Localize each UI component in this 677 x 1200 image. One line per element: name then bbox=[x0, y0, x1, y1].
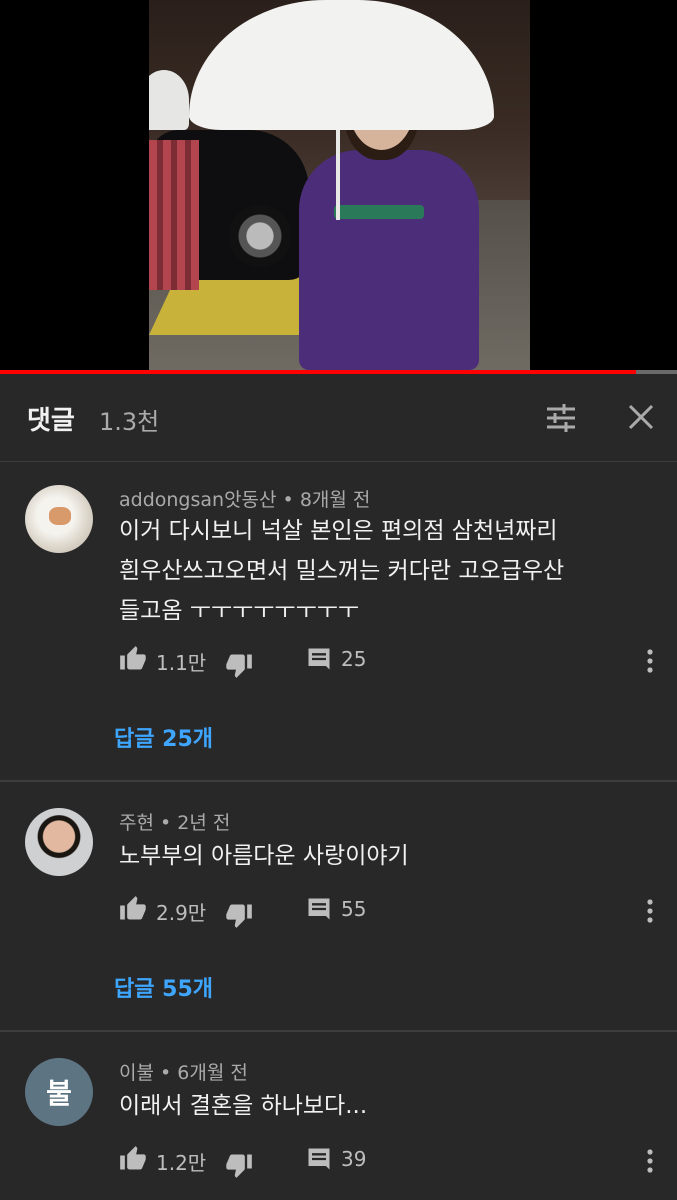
video-player[interactable] bbox=[0, 0, 677, 370]
thumbs-down-icon[interactable] bbox=[225, 1151, 253, 1179]
sort-icon[interactable] bbox=[545, 402, 577, 434]
view-replies-button[interactable]: 답글 55개 bbox=[114, 971, 213, 1003]
like-count: 2.9만 bbox=[156, 901, 207, 925]
comment-actions: 1.1만 25 bbox=[119, 645, 659, 679]
avatar[interactable]: 불 bbox=[25, 1058, 93, 1126]
comment-item: addongsan앗동산 • 8개월 전 이거 다시보니 넉살 본인은 편의점 … bbox=[0, 463, 677, 782]
comment-item: 주현 • 2년 전 노부부의 아름다운 사랑이야기 2.9만 55 답글 55개 bbox=[0, 782, 677, 1032]
close-icon[interactable] bbox=[626, 402, 656, 432]
more-options-icon[interactable] bbox=[640, 647, 660, 675]
comment-line: 흰우산쓰고오면서 밀스꺼는 커다란 고오급우산 bbox=[119, 558, 565, 584]
like-count: 1.1만 bbox=[156, 651, 207, 675]
thumbs-up-icon[interactable] bbox=[119, 895, 147, 923]
comment-author[interactable]: 이불 bbox=[119, 1062, 154, 1084]
comment-time: 6개월 전 bbox=[177, 1062, 248, 1084]
comment-line: 들고옴 ㅜㅜㅜㅜㅜㅜㅜㅜ bbox=[119, 598, 360, 624]
comment-time: 8개월 전 bbox=[299, 489, 371, 511]
reply-icon[interactable] bbox=[305, 895, 333, 923]
reply-count: 25 bbox=[341, 647, 367, 671]
avatar[interactable] bbox=[25, 808, 93, 876]
comment-text: 이거 다시보니 넉살 본인은 편의점 삼천년짜리 흰우산쓰고오면서 밀스꺼는 커… bbox=[119, 511, 639, 631]
thumbs-up-icon[interactable] bbox=[119, 1145, 147, 1173]
comment-text: 이래서 결혼을 하나보다... bbox=[119, 1086, 639, 1126]
comment-line: 이래서 결혼을 하나보다... bbox=[119, 1093, 368, 1119]
thumbs-down-icon[interactable] bbox=[225, 651, 253, 679]
comment-item: 불 이불 • 6개월 전 이래서 결혼을 하나보다... 1.2만 39 bbox=[0, 1032, 677, 1200]
reply-icon[interactable] bbox=[305, 1145, 333, 1173]
comment-actions: 1.2만 39 bbox=[119, 1145, 659, 1179]
thumbs-up-icon[interactable] bbox=[119, 645, 147, 673]
reply-count: 55 bbox=[341, 897, 367, 921]
comment-text: 노부부의 아름다운 사랑이야기 bbox=[119, 836, 639, 876]
more-options-icon[interactable] bbox=[640, 897, 660, 925]
comments-title: 댓글 bbox=[27, 406, 75, 436]
video-frame bbox=[149, 0, 530, 370]
like-count: 1.2만 bbox=[156, 1151, 207, 1175]
thumbs-down-icon[interactable] bbox=[225, 901, 253, 929]
comment-line: 노부부의 아름다운 사랑이야기 bbox=[119, 843, 409, 869]
view-replies-button[interactable]: 답글 25개 bbox=[114, 721, 213, 753]
more-options-icon[interactable] bbox=[640, 1147, 660, 1175]
comment-author[interactable]: 주현 bbox=[119, 812, 154, 834]
comment-meta: addongsan앗동산 • 8개월 전 bbox=[119, 489, 371, 511]
comment-author[interactable]: addongsan앗동산 bbox=[119, 489, 277, 511]
comment-actions: 2.9만 55 bbox=[119, 895, 659, 929]
comment-meta: 이불 • 6개월 전 bbox=[119, 1062, 248, 1084]
comment-meta: 주현 • 2년 전 bbox=[119, 812, 231, 834]
comment-time: 2년 전 bbox=[177, 812, 231, 834]
comments-header: 댓글 1.3천 bbox=[0, 374, 677, 462]
comment-line: 이거 다시보니 넉살 본인은 편의점 삼천년짜리 bbox=[119, 518, 558, 544]
avatar[interactable] bbox=[25, 485, 93, 553]
comments-count: 1.3천 bbox=[99, 408, 160, 436]
reply-count: 39 bbox=[341, 1147, 367, 1171]
reply-icon[interactable] bbox=[305, 645, 333, 673]
